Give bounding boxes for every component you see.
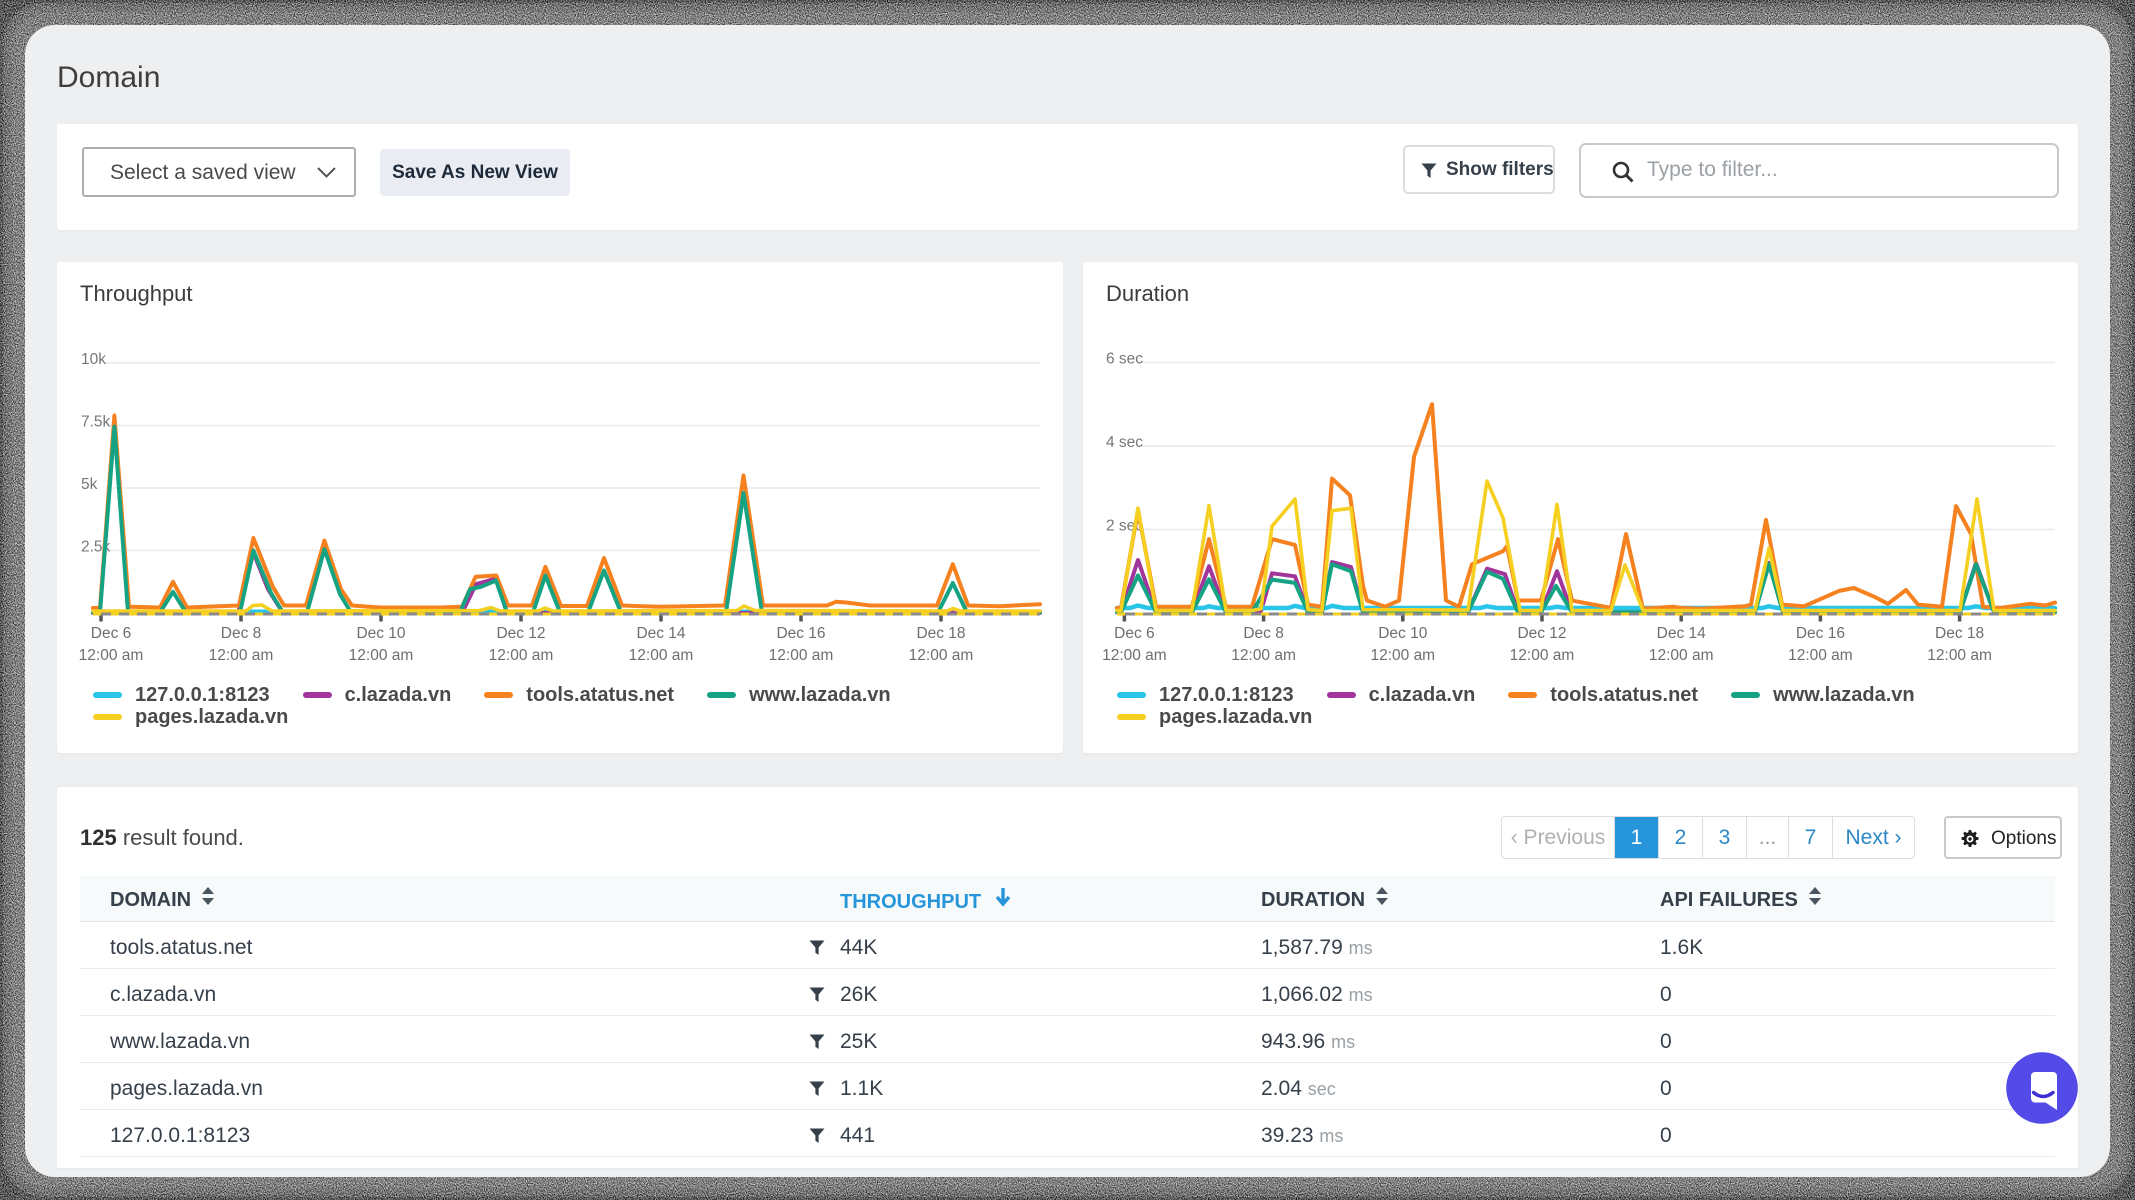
svg-text:12:00 am: 12:00 am bbox=[1510, 647, 1575, 664]
svg-text:12:00 am: 12:00 am bbox=[79, 647, 144, 664]
svg-text:12:00 am: 12:00 am bbox=[629, 647, 694, 664]
svg-text:Dec 12: Dec 12 bbox=[1517, 625, 1566, 642]
svg-text:12:00 am: 12:00 am bbox=[909, 647, 974, 664]
svg-text:Dec 8: Dec 8 bbox=[221, 625, 262, 642]
svg-text:Dec 12: Dec 12 bbox=[496, 625, 545, 642]
svg-text:Dec 6: Dec 6 bbox=[1114, 625, 1155, 642]
svg-text:Dec 14: Dec 14 bbox=[1657, 625, 1706, 642]
svg-text:5k: 5k bbox=[81, 476, 98, 493]
svg-text:Dec 18: Dec 18 bbox=[916, 625, 965, 642]
svg-text:7.5k: 7.5k bbox=[81, 414, 111, 431]
svg-text:Dec 6: Dec 6 bbox=[91, 625, 132, 642]
svg-text:4 sec: 4 sec bbox=[1106, 434, 1143, 451]
svg-text:Dec 18: Dec 18 bbox=[1935, 625, 1984, 642]
svg-text:Dec 14: Dec 14 bbox=[636, 625, 685, 642]
svg-text:Dec 10: Dec 10 bbox=[1378, 625, 1427, 642]
svg-text:12:00 am: 12:00 am bbox=[349, 647, 414, 664]
svg-text:12:00 am: 12:00 am bbox=[769, 647, 834, 664]
svg-text:10k: 10k bbox=[81, 351, 106, 368]
svg-text:12:00 am: 12:00 am bbox=[1927, 647, 1992, 664]
svg-text:12:00 am: 12:00 am bbox=[1370, 647, 1435, 664]
svg-text:Dec 8: Dec 8 bbox=[1243, 625, 1284, 642]
svg-text:12:00 am: 12:00 am bbox=[1649, 647, 1714, 664]
svg-text:Dec 16: Dec 16 bbox=[776, 625, 825, 642]
svg-text:6 sec: 6 sec bbox=[1106, 351, 1143, 368]
svg-text:Dec 16: Dec 16 bbox=[1796, 625, 1845, 642]
svg-text:12:00 am: 12:00 am bbox=[209, 647, 274, 664]
svg-text:12:00 am: 12:00 am bbox=[1102, 647, 1167, 664]
svg-text:12:00 am: 12:00 am bbox=[1788, 647, 1853, 664]
svg-text:12:00 am: 12:00 am bbox=[489, 647, 554, 664]
svg-text:Dec 10: Dec 10 bbox=[356, 625, 405, 642]
svg-text:12:00 am: 12:00 am bbox=[1231, 647, 1296, 664]
